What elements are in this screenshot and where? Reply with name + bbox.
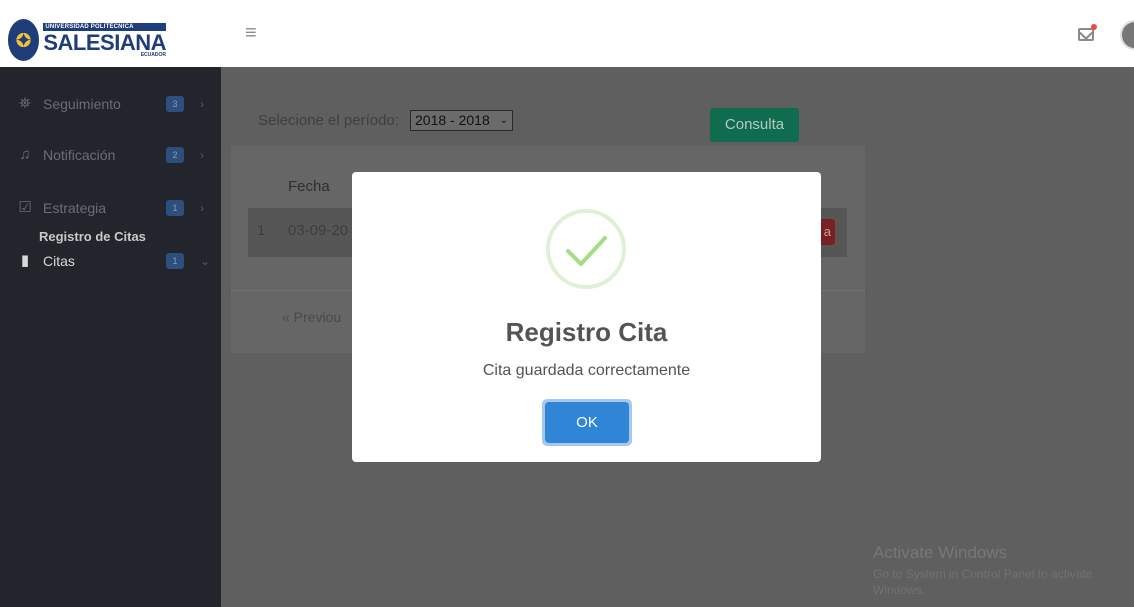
row-date: 03-09-20 (288, 222, 349, 239)
sidebar-badge: 1 (166, 253, 184, 269)
sidebar-item-citas[interactable]: ▮ Citas 1 ⌄ (0, 246, 221, 276)
sidebar-item-label: Seguimiento (43, 96, 121, 112)
logo-emblem-icon: ✦ (8, 19, 40, 61)
period-select-value: 2018 - 2018 (415, 112, 490, 128)
chevron-down-icon: ⌄ (499, 115, 508, 126)
notification-dot (1091, 24, 1097, 30)
logo-text: UNIVERSIDAD POLITÉCNICA SALESIANA ECUADO… (43, 22, 166, 58)
chevron-right-icon: › (200, 97, 204, 111)
period-label: Selecione el período: (258, 112, 399, 129)
chevron-down-icon: ⌄ (200, 254, 211, 268)
binoculars-icon: ⛯ (18, 95, 31, 112)
dialog-message: Cita guardada correctamente (482, 362, 691, 379)
activate-windows-subtitle: Go to System in Control Panel to activat… (873, 567, 1093, 597)
sidebar-subitem-registro-citas[interactable]: Registro de Citas (39, 229, 146, 244)
sidebar-item-label: Notificación (43, 147, 116, 163)
sidebar-item-seguimiento[interactable]: ⛯ Seguimiento 3 › (0, 89, 221, 119)
activate-windows-title: Activate Windows (873, 543, 1008, 562)
ok-button-label: OK (545, 402, 629, 443)
row-number: 1 (257, 222, 266, 239)
book-icon: ▮ (20, 252, 30, 269)
university-logo[interactable]: ✦ UNIVERSIDAD POLITÉCNICA SALESIANA ECUA… (8, 19, 166, 61)
sidebar-badge: 2 (166, 147, 184, 163)
sidebar-item-notificacion[interactable]: ♫ Notificación 2 › (0, 140, 221, 170)
dialog-title: Registro Cita (505, 317, 668, 347)
period-select[interactable]: 2018 - 2018 ⌄ (410, 110, 513, 131)
envelope-icon[interactable] (1078, 28, 1094, 41)
top-navbar (0, 0, 1134, 67)
consulta-button[interactable]: Consulta (710, 108, 799, 142)
sidebar-badge: 1 (166, 200, 184, 216)
sidebar-badge: 3 (166, 96, 184, 112)
pagination-previous[interactable]: « Previou (282, 309, 341, 325)
column-header-fecha: Fecha (288, 178, 330, 195)
sidebar-item-label: Estrategia (43, 200, 107, 216)
sidebar-item-label: Citas (43, 253, 75, 269)
sidebar-item-estrategia[interactable]: ☑ Estrategia 1 › (0, 193, 221, 223)
bell-icon: ♫ (19, 146, 31, 163)
check-square-icon: ☑ (18, 199, 32, 216)
chevron-right-icon: › (200, 201, 204, 215)
chevron-right-icon: › (200, 148, 204, 162)
success-check-icon (566, 236, 607, 266)
hamburger-icon[interactable]: ≡ (245, 23, 267, 43)
ok-button[interactable]: OK (542, 399, 632, 446)
logo-line-2: SALESIANA (43, 29, 166, 55)
